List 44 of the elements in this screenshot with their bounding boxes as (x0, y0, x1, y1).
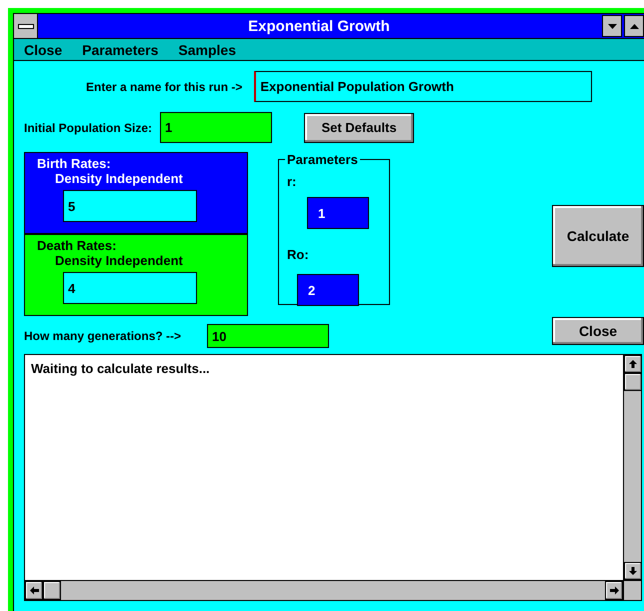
scroll-up-button[interactable] (624, 355, 642, 373)
menu-item[interactable]: Close (24, 42, 62, 58)
initial-population-label: Initial Population Size: (24, 120, 152, 134)
parameter-label: r: (287, 174, 298, 189)
generations-label: How many generations? --> (24, 329, 182, 343)
calculate-button[interactable]: Calculate (552, 205, 644, 267)
results-text: Waiting to calculate results... (30, 360, 211, 378)
generations-field[interactable]: 10 (207, 324, 330, 348)
horizontal-scrollbar[interactable] (25, 580, 623, 600)
initial-population-field[interactable]: 1 (160, 112, 272, 143)
birth-rates-subtitle: Density Independent (55, 171, 184, 186)
death-rates-subtitle: Density Independent (55, 253, 184, 268)
run-name-label: Enter a name for this run -> (86, 80, 242, 94)
system-menu-button[interactable] (14, 14, 38, 38)
arrow-up-icon (628, 359, 638, 369)
parameter-field[interactable]: 1 (307, 197, 369, 229)
scroll-right-button[interactable] (605, 581, 623, 600)
results-area[interactable]: Waiting to calculate results... (24, 354, 642, 601)
close-button[interactable]: Close (552, 317, 644, 345)
arrow-right-icon (610, 586, 618, 596)
scroll-left-button[interactable] (25, 581, 43, 600)
death-rates-title: Death Rates: (35, 238, 118, 253)
down-triangle-icon (608, 24, 616, 28)
scrollbar-corner (623, 580, 641, 600)
set-defaults-button[interactable]: Set Defaults (304, 112, 414, 142)
scroll-down-button[interactable] (624, 562, 642, 580)
parameters-title: Parameters (285, 152, 360, 167)
arrow-left-icon (30, 586, 38, 596)
parameter-label: Ro: (287, 247, 310, 262)
birth-rate-field[interactable]: 5 (63, 190, 197, 222)
arrow-down-icon (628, 566, 638, 576)
scroll-thumb[interactable] (624, 373, 642, 391)
menu-item[interactable]: Samples (178, 42, 236, 58)
run-name-field[interactable]: Exponential Population Growth (254, 71, 592, 102)
minimize-button[interactable] (602, 15, 622, 37)
death-rate-field[interactable]: 4 (63, 272, 197, 304)
up-triangle-icon (630, 24, 638, 28)
window-title: Exponential Growth (247, 18, 391, 34)
system-menu-icon (18, 24, 34, 28)
scroll-thumb[interactable] (43, 581, 61, 600)
menu-item[interactable]: Parameters (82, 42, 158, 58)
vertical-scrollbar[interactable] (623, 355, 641, 580)
maximize-button[interactable] (624, 15, 644, 37)
parameter-field[interactable]: 2 (297, 274, 359, 306)
